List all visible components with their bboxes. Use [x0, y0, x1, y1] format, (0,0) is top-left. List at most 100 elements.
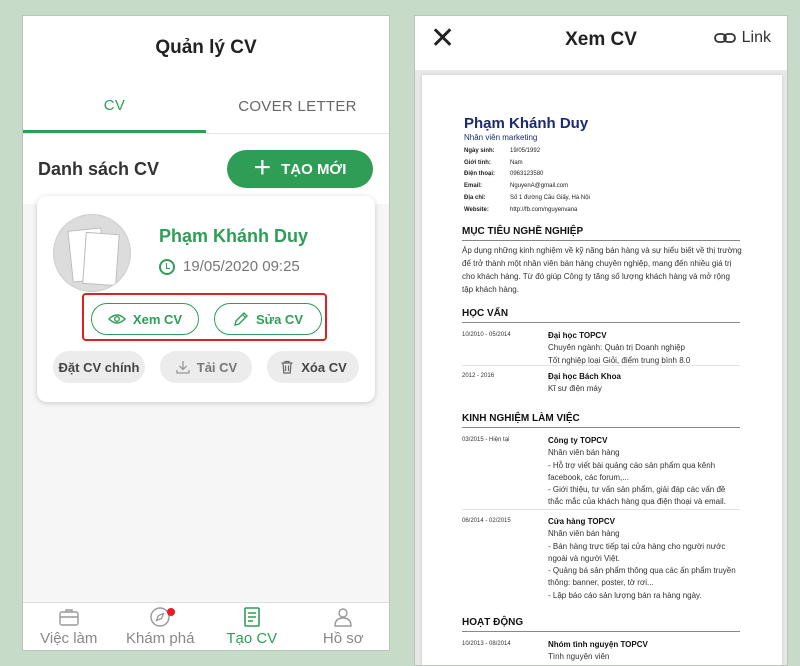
info-key: Địa chỉ: [464, 194, 486, 201]
briefcase-icon [58, 606, 80, 628]
education-heading: HỌC VẤN [462, 308, 740, 323]
delete-label: Xóa CV [301, 359, 347, 375]
edit-cv-button[interactable]: Sửa CV [214, 303, 322, 335]
entry-title: Cửa hàng TOPCV [548, 517, 615, 526]
cv-list-header: Danh sách CV + TẠO MỚI [23, 134, 389, 204]
info-key: Email: [464, 183, 483, 190]
entry-period: 10/2013 - 08/2014 [462, 641, 511, 647]
cv-name[interactable]: Phạm Khánh Duy [159, 226, 308, 247]
entry-title: Đại học TOPCV [548, 331, 607, 340]
info-key: Giới tính: [464, 159, 491, 166]
entry-title: Nhóm tình nguyện TOPCV [548, 640, 648, 649]
info-key: Điện thoại: [464, 171, 495, 178]
bottom-nav: Việc làm Khám phá Tạo CV Hồ sơ [23, 602, 389, 650]
entry-line: - Lập báo cáo sản lượng bán ra hàng ngày… [548, 590, 702, 600]
info-value: 0963123580 [510, 171, 544, 178]
edit-cv-label: Sửa CV [256, 311, 303, 327]
personal-info: Ngày sinh: 19/05/1992 Giới tính: Nam Điện th… [464, 146, 590, 216]
download-cv-button[interactable]: Tải CV [160, 351, 252, 383]
entry-title: Công ty TOPCV [548, 436, 608, 445]
info-row: Ngày sinh: 19/05/1992 [464, 146, 590, 158]
plus-icon: + [253, 150, 272, 184]
entry-line: Nhân viên bán hàng [548, 529, 620, 539]
entry-period: 10/2010 - 05/2014 [462, 332, 511, 338]
nav-label: Tạo CV [226, 630, 278, 647]
page-title: Quản lý CV [23, 16, 389, 80]
entry-body: Đại học Bách Khoa Kĩ sư điện máy [548, 371, 742, 396]
cv-doc-role: Nhân viên marketing [464, 133, 538, 142]
cv-thumbnail[interactable] [53, 214, 131, 292]
cv-doc-name: Phạm Khánh Duy [464, 115, 589, 132]
entry-period: 06/2014 - 02/2015 [462, 518, 511, 524]
info-value: NguyenA@gmail.com [510, 183, 569, 190]
entry-line: - Hỗ trợ viết bài quảng cáo sản phẩm qua… [548, 460, 716, 482]
document-viewer[interactable]: Phạm Khánh Duy Nhân viên marketing Ngày … [415, 70, 787, 665]
link-button[interactable]: Link [713, 29, 771, 47]
document-icon [241, 606, 263, 628]
entry-line: Nhân viên bán hàng [548, 448, 620, 458]
delete-cv-button[interactable]: Xóa CV [267, 351, 359, 383]
cv-preview-screen: ✕ Xem CV Link Phạm Khánh Duy Nhân viên m… [414, 15, 788, 666]
tab-bar: CV COVER LETTER [23, 80, 389, 134]
create-label: TẠO MỚI [281, 160, 347, 178]
entry-divider [462, 509, 740, 510]
create-new-button[interactable]: + TẠO MỚI [227, 150, 373, 188]
entry-body: Nhóm tình nguyện TOPCV Tình nguyện viên [548, 639, 742, 664]
cv-date-text: 19/05/2020 09:25 [183, 258, 300, 275]
entry-body: Công ty TOPCV Nhân viên bán hàng - Hỗ trợ … [548, 435, 742, 509]
nav-label: Khám phá [126, 630, 195, 647]
section-title: Danh sách CV [38, 158, 160, 179]
entry-title: Đại học Bách Khoa [548, 372, 621, 381]
preview-title: Xem CV [565, 29, 637, 50]
info-key: Website: [464, 206, 489, 213]
close-icon[interactable]: ✕ [430, 24, 455, 54]
entry-body: Cửa hàng TOPCV Nhân viên bán hàng - Bán hà… [548, 516, 742, 602]
entry-period: 2012 - 2016 [462, 373, 495, 379]
user-icon [332, 606, 354, 628]
download-label: Tải CV [196, 359, 238, 375]
cv-card: Phạm Khánh Duy 19/05/2020 09:25 Xem CV S… [37, 196, 375, 402]
nav-ho-so[interactable]: Hồ sơ [298, 603, 390, 650]
set-main-cv-button[interactable]: Đặt CV chính [53, 351, 145, 383]
download-icon [176, 361, 190, 374]
eye-icon [107, 314, 126, 324]
tab-cv[interactable]: CV [23, 80, 206, 133]
info-value: 19/05/1992 [510, 148, 541, 154]
entry-period: 03/2015 - Hiện tại [462, 437, 510, 443]
view-cv-label: Xem CV [132, 311, 183, 327]
pencil-icon [234, 312, 248, 326]
entry-line: Kĩ sư điện máy [548, 384, 602, 394]
trash-icon [281, 360, 293, 374]
info-value: http://fb.com/nguyenvana [510, 206, 578, 213]
info-row: Điện thoại: 0963123580 [464, 169, 590, 181]
objective-text: Áp dụng những kinh nghiệm về kỹ năng bán… [462, 246, 742, 294]
info-row: Giới tính: Nam [464, 158, 590, 170]
nav-tao-cv[interactable]: Tạo CV [206, 603, 298, 650]
clock-icon [159, 258, 175, 275]
info-key: Ngày sinh: [464, 148, 495, 154]
entry-line: Tình nguyện viên [548, 652, 610, 662]
entry-line: Chuyên ngành: Quản trị Doanh nghiệp [548, 343, 685, 353]
entry-divider [462, 365, 740, 366]
preview-header: ✕ Xem CV Link [415, 16, 787, 64]
info-row: Địa chỉ: Số 1 đường Cầu Giấy, Hà Nội [464, 193, 590, 205]
set-main-label: Đặt CV chính [58, 359, 140, 375]
tab-cover-letter[interactable]: COVER LETTER [206, 80, 389, 133]
link-icon [713, 33, 736, 43]
cv-document: Phạm Khánh Duy Nhân viên marketing Ngày … [422, 75, 782, 665]
info-value: Nam [510, 159, 523, 166]
experience-heading: KINH NGHIỆM LÀM VIỆC [462, 413, 740, 428]
entry-line: - Bán hàng trực tiếp tại cửa hàng cho ng… [548, 541, 726, 563]
notification-dot [167, 608, 176, 616]
info-value: Số 1 đường Cầu Giấy, Hà Nội [510, 194, 590, 201]
activities-heading: HOẠT ĐỘNG [462, 617, 740, 632]
nav-kham-pha[interactable]: Khám phá [115, 603, 207, 650]
link-label: Link [741, 29, 771, 46]
entry-line: - Quảng bá sản phẩm thông qua các ấn phẩ… [548, 566, 736, 588]
nav-label: Việc làm [40, 630, 98, 647]
info-row: Email: NguyenA@gmail.com [464, 181, 590, 193]
view-cv-button[interactable]: Xem CV [91, 303, 199, 335]
nav-viec-lam[interactable]: Việc làm [23, 603, 115, 650]
cv-date: 19/05/2020 09:25 [159, 258, 300, 275]
objective-heading: MỤC TIÊU NGHỀ NGHIỆP [462, 226, 740, 241]
